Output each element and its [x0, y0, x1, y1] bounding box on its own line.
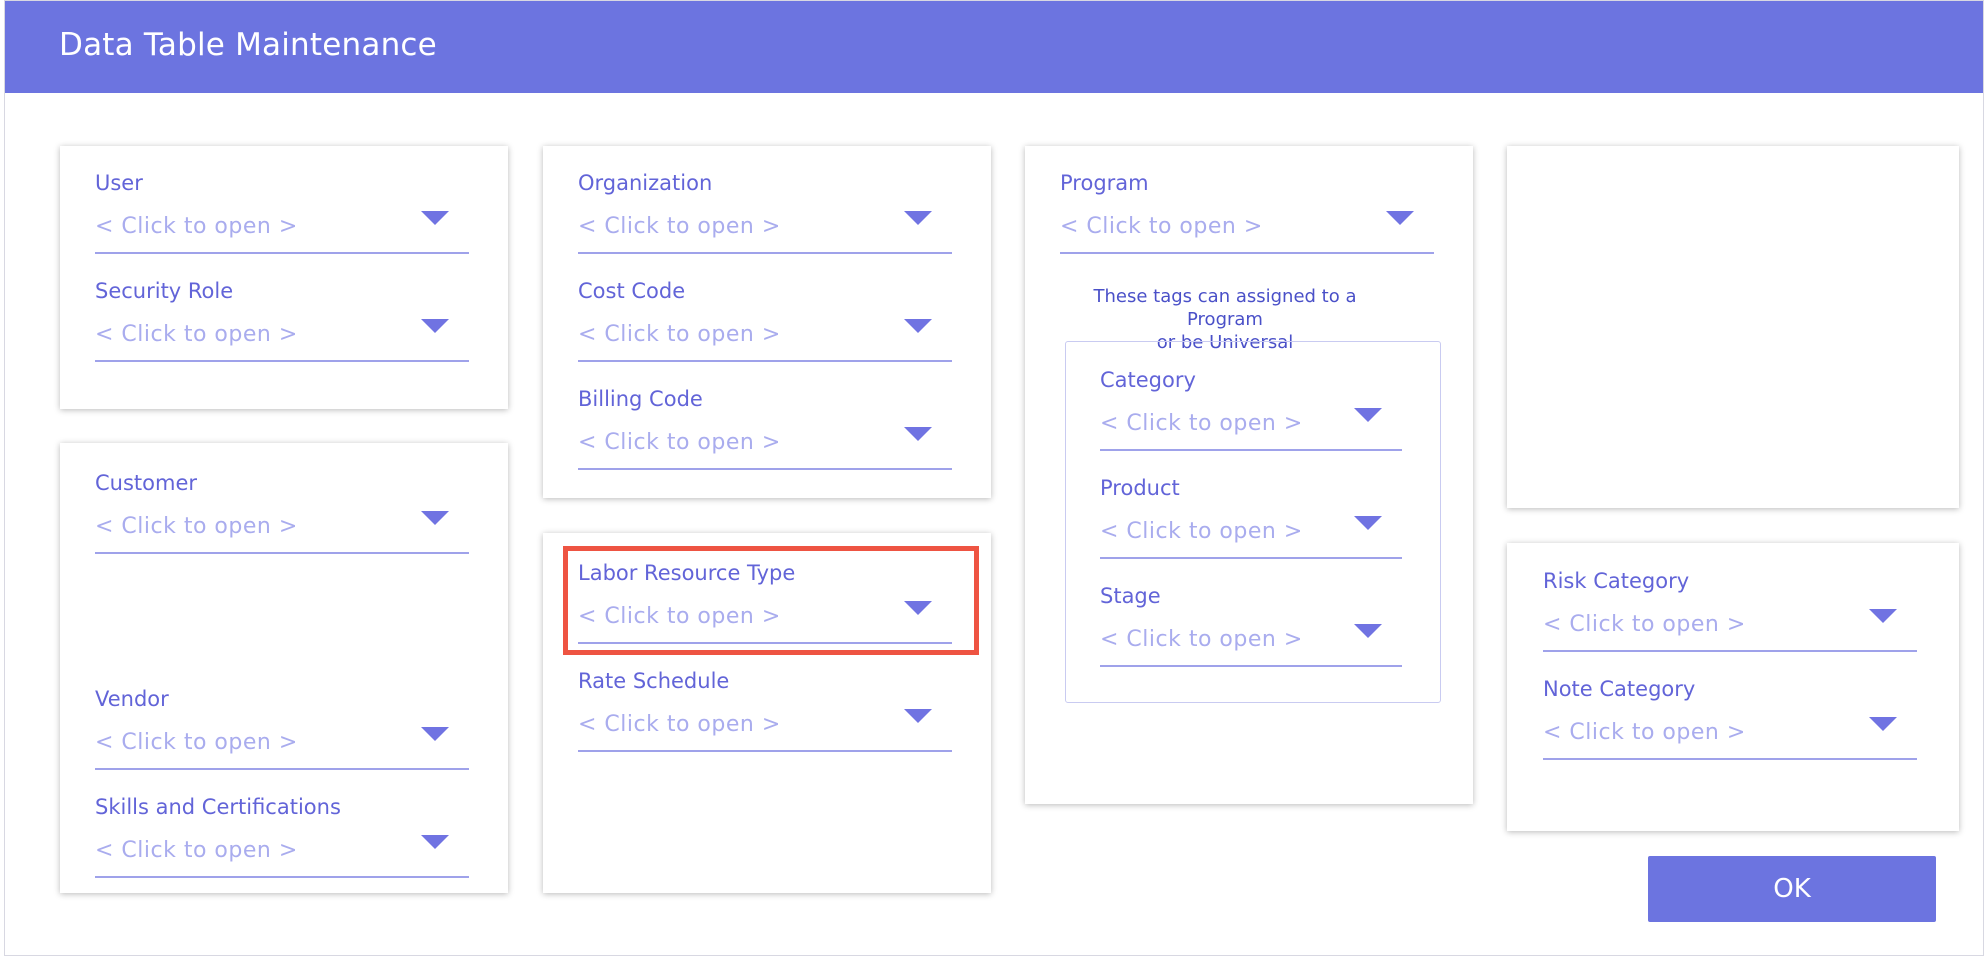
- field-label: User: [95, 171, 143, 195]
- field-label: Stage: [1100, 584, 1161, 608]
- field-label: Vendor: [95, 687, 169, 711]
- field-underline: [95, 768, 469, 770]
- field-dropdown-value[interactable]: < Click to open >: [95, 838, 298, 863]
- field-underline: [1060, 252, 1434, 254]
- program-tags-box: Category < Click to open > Product < Cli…: [1065, 341, 1441, 703]
- field-underline: [1100, 449, 1402, 451]
- field-dropdown-value[interactable]: < Click to open >: [1060, 214, 1263, 239]
- field-billing-code: Billing Code < Click to open >: [578, 387, 952, 497]
- field-skills-certifications: Skills and Certifications < Click to ope…: [95, 795, 469, 905]
- field-program: Program < Click to open >: [1060, 171, 1434, 281]
- field-underline: [578, 468, 952, 470]
- field-customer: Customer < Click to open >: [95, 471, 469, 581]
- card-labor: Labor Resource Type < Click to open > Ra…: [543, 533, 991, 893]
- field-dropdown-value[interactable]: < Click to open >: [1543, 612, 1746, 637]
- field-vendor: Vendor < Click to open >: [95, 687, 469, 797]
- field-label: Skills and Certifications: [95, 795, 341, 819]
- field-label: Risk Category: [1543, 569, 1690, 593]
- field-underline: [95, 876, 469, 878]
- field-underline: [1543, 758, 1917, 760]
- field-label: Rate Schedule: [578, 669, 730, 693]
- field-dropdown-value[interactable]: < Click to open >: [578, 430, 781, 455]
- field-dropdown-value[interactable]: < Click to open >: [1100, 519, 1303, 544]
- chevron-down-icon[interactable]: [421, 727, 449, 741]
- chevron-down-icon[interactable]: [904, 601, 932, 615]
- field-rate-schedule: Rate Schedule < Click to open >: [578, 669, 952, 779]
- field-label: Category: [1100, 368, 1196, 392]
- field-label: Cost Code: [578, 279, 686, 303]
- field-label: Product: [1100, 476, 1180, 500]
- chevron-down-icon[interactable]: [1386, 211, 1414, 225]
- field-dropdown-value[interactable]: < Click to open >: [578, 712, 781, 737]
- field-label: Program: [1060, 171, 1149, 195]
- field-product: Product < Click to open >: [1100, 476, 1402, 586]
- field-label: Labor Resource Type: [578, 561, 796, 585]
- card-risk-note: Risk Category < Click to open > Note Cat…: [1507, 543, 1959, 831]
- field-dropdown-value[interactable]: < Click to open >: [1100, 627, 1303, 652]
- field-organization: Organization < Click to open >: [578, 171, 952, 281]
- dialog-title: Data Table Maintenance: [59, 27, 437, 63]
- card-user-security: User < Click to open > Security Role < C…: [60, 146, 508, 409]
- ok-button[interactable]: OK: [1648, 856, 1936, 922]
- chevron-down-icon[interactable]: [1354, 408, 1382, 422]
- field-label: Customer: [95, 471, 198, 495]
- card-empty: [1507, 146, 1959, 508]
- field-underline: [578, 360, 952, 362]
- chevron-down-icon[interactable]: [421, 211, 449, 225]
- field-dropdown-value[interactable]: < Click to open >: [578, 604, 781, 629]
- field-security-role: Security Role < Click to open >: [95, 279, 469, 389]
- card-customer-vendor: Customer < Click to open > Vendor < Clic…: [60, 443, 508, 893]
- field-dropdown-value[interactable]: < Click to open >: [1100, 411, 1303, 436]
- data-table-maintenance-dialog: Data Table Maintenance User < Click to o…: [4, 0, 1984, 956]
- field-underline: [578, 750, 952, 752]
- field-category: Category < Click to open >: [1100, 368, 1402, 478]
- field-underline: [95, 360, 469, 362]
- chevron-down-icon[interactable]: [421, 835, 449, 849]
- field-stage: Stage < Click to open >: [1100, 584, 1402, 694]
- field-underline: [1543, 650, 1917, 652]
- field-dropdown-value[interactable]: < Click to open >: [95, 322, 298, 347]
- field-underline: [1100, 557, 1402, 559]
- field-underline: [578, 642, 952, 644]
- field-dropdown-value[interactable]: < Click to open >: [95, 514, 298, 539]
- field-labor-resource-type: Labor Resource Type < Click to open >: [578, 561, 952, 671]
- field-dropdown-value[interactable]: < Click to open >: [1543, 720, 1746, 745]
- chevron-down-icon[interactable]: [904, 709, 932, 723]
- field-dropdown-value[interactable]: < Click to open >: [578, 322, 781, 347]
- field-label: Security Role: [95, 279, 234, 303]
- field-dropdown-value[interactable]: < Click to open >: [95, 730, 298, 755]
- chevron-down-icon[interactable]: [1354, 624, 1382, 638]
- field-dropdown-value[interactable]: < Click to open >: [95, 214, 298, 239]
- field-label: Note Category: [1543, 677, 1696, 701]
- field-label: Organization: [578, 171, 713, 195]
- field-user: User < Click to open >: [95, 171, 469, 281]
- field-underline: [95, 252, 469, 254]
- chevron-down-icon[interactable]: [904, 427, 932, 441]
- field-note-category: Note Category < Click to open >: [1543, 677, 1917, 787]
- field-underline: [1100, 665, 1402, 667]
- field-risk-category: Risk Category < Click to open >: [1543, 569, 1917, 679]
- field-underline: [578, 252, 952, 254]
- chevron-down-icon[interactable]: [1869, 717, 1897, 731]
- field-dropdown-value[interactable]: < Click to open >: [578, 214, 781, 239]
- field-underline: [95, 552, 469, 554]
- chevron-down-icon[interactable]: [1869, 609, 1897, 623]
- field-cost-code: Cost Code < Click to open >: [578, 279, 952, 389]
- dialog-title-bar: Data Table Maintenance: [5, 1, 1983, 93]
- chevron-down-icon[interactable]: [421, 511, 449, 525]
- chevron-down-icon[interactable]: [421, 319, 449, 333]
- note-line: These tags can assigned to a Program: [1093, 286, 1357, 330]
- chevron-down-icon[interactable]: [904, 211, 932, 225]
- field-label: Billing Code: [578, 387, 703, 411]
- chevron-down-icon[interactable]: [904, 319, 932, 333]
- chevron-down-icon[interactable]: [1354, 516, 1382, 530]
- card-organization: Organization < Click to open > Cost Code…: [543, 146, 991, 498]
